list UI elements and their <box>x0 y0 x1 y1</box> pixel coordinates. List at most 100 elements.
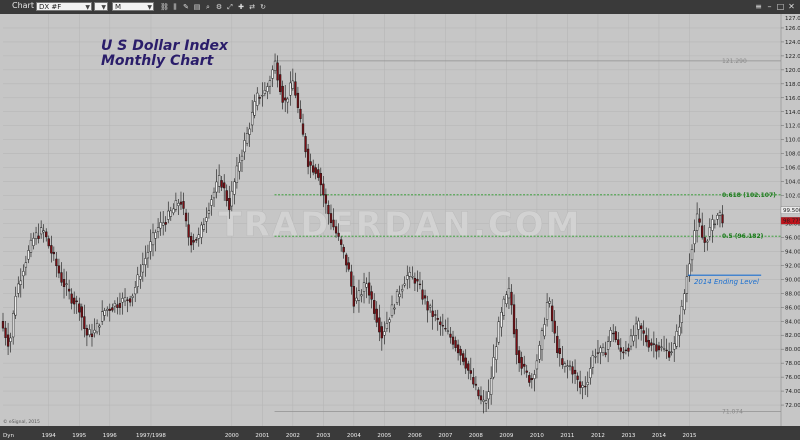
candle-body <box>619 347 622 352</box>
candle-body <box>215 181 218 193</box>
candle-body <box>515 329 518 355</box>
candle-body <box>604 352 607 356</box>
candle-body <box>426 301 429 311</box>
candle-body <box>586 382 589 385</box>
y-tick-label: 118.000 <box>785 82 800 88</box>
y-tick-label: 120.000 <box>785 68 800 74</box>
candle-body <box>683 293 686 311</box>
candle-body <box>235 165 239 183</box>
candle-body <box>380 326 383 339</box>
candle-body <box>688 263 691 277</box>
close-icon[interactable]: ✕ <box>787 2 796 11</box>
y-tick-label: 82.000 <box>785 333 800 339</box>
chevron-down-icon[interactable]: ▼ <box>101 3 106 12</box>
candle-body <box>403 283 406 286</box>
candle-body <box>304 136 307 153</box>
candle-body <box>324 194 328 204</box>
candle-body <box>566 365 569 367</box>
chevron-down-icon[interactable]: ▼ <box>147 3 152 12</box>
draw-icon[interactable]: ✎ <box>182 3 190 11</box>
interval-input[interactable]: M ▼ <box>112 2 154 11</box>
template-icon[interactable]: ▤ <box>193 3 201 11</box>
minimize-icon[interactable]: – <box>765 2 774 11</box>
expand-icon[interactable]: ⤢ <box>226 3 234 11</box>
candle-body <box>146 252 150 259</box>
candle-body <box>337 232 340 237</box>
candle-body <box>162 222 165 226</box>
candle-body <box>589 368 592 379</box>
link-chart-icon[interactable]: ⇄ <box>248 3 256 11</box>
candle-body <box>444 328 447 330</box>
refresh-icon[interactable]: ↻ <box>259 3 267 11</box>
candle-body <box>652 343 656 345</box>
symbol-input[interactable]: DX #F ▼ <box>36 2 92 11</box>
candle-body <box>517 350 521 364</box>
candle-body <box>383 331 386 336</box>
candle-body <box>502 298 506 316</box>
candle-body <box>197 234 200 239</box>
candle-body <box>505 294 508 305</box>
candle-body <box>695 213 699 231</box>
maximize-icon[interactable]: □ <box>776 2 785 11</box>
x-axis-bar <box>0 426 800 440</box>
candle-body <box>85 328 89 336</box>
candle-body <box>614 331 617 341</box>
candle-body <box>263 90 267 94</box>
candle-body <box>95 323 99 333</box>
candle-body <box>128 298 132 303</box>
x-tick-label: 2005 <box>377 433 391 439</box>
candle-body <box>317 169 320 178</box>
candle-body <box>634 323 638 336</box>
candle-body <box>108 308 111 311</box>
chart-subtitle: Monthly Chart <box>101 53 215 69</box>
candle-body <box>538 345 541 360</box>
candle-body <box>500 312 503 328</box>
bar-style-icon[interactable]: ⫼ <box>171 3 179 11</box>
settings-icon[interactable]: ⚙ <box>215 3 223 11</box>
candle-body <box>640 325 643 329</box>
candle-body <box>39 227 43 235</box>
symbol-dropdown-button[interactable]: ▼ <box>94 2 108 11</box>
candle-body <box>284 97 287 101</box>
candle-body <box>319 173 322 186</box>
x-tick-label: 2014 <box>652 433 666 439</box>
candle-body <box>645 335 648 343</box>
candle-body <box>367 282 371 296</box>
zoom-icon[interactable]: ⌕ <box>204 3 212 11</box>
candle-body <box>398 293 401 298</box>
candle-body <box>314 167 317 174</box>
candle-body <box>484 400 488 404</box>
chart-window: Chart DX #F ▼ ▼ M ▼ ⛓ ⫼ ✎ ▤ ⌕ ⚙ ⤢ ✚ ⇄ ↻ … <box>0 0 800 440</box>
candle-body <box>14 296 17 316</box>
pin-icon[interactable]: ✚ <box>237 3 245 11</box>
candle-body <box>657 345 661 351</box>
candle-body <box>629 335 633 347</box>
candle-body <box>24 262 28 268</box>
candle-body <box>240 155 244 161</box>
candle-body <box>134 287 137 295</box>
candle-body <box>169 210 172 217</box>
y-tick-label: 86.000 <box>785 305 800 311</box>
chevron-down-icon[interactable]: ▼ <box>85 3 90 12</box>
candle-body <box>131 295 134 298</box>
candle-body <box>154 232 157 239</box>
link-icon[interactable]: ⛓ <box>160 3 169 11</box>
y-tick-label: 114.000 <box>785 110 800 116</box>
candle-body <box>365 283 368 288</box>
menu-icon[interactable]: ≡ <box>754 2 763 11</box>
y-tick-label: 94.000 <box>785 249 800 255</box>
candle-body <box>167 210 170 220</box>
candle-body <box>525 370 528 373</box>
price-chart[interactable]: TRADERDAN.COM 121.290 0.618 (102.107) 0.5 … <box>0 14 800 440</box>
candle-body <box>556 335 559 354</box>
candle-body <box>205 217 208 222</box>
candle-body <box>22 271 25 277</box>
candle-body <box>553 320 556 334</box>
candle-body <box>655 344 658 352</box>
candle-body <box>12 313 15 338</box>
candle-body <box>192 240 195 243</box>
candle-body <box>210 199 213 206</box>
candle-body <box>151 232 155 246</box>
candle-body <box>472 377 475 385</box>
x-tick-label: 2013 <box>621 433 635 439</box>
